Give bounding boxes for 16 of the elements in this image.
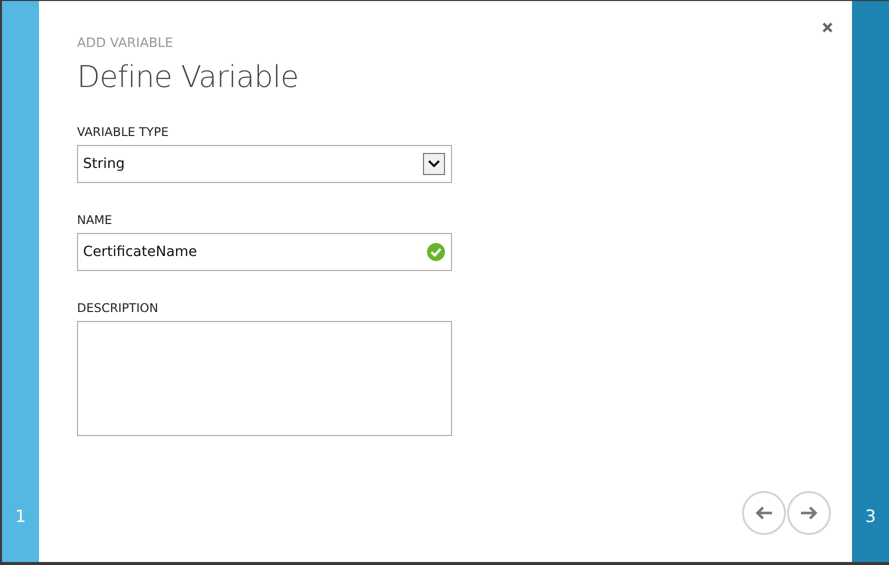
type-dropdown[interactable]: String [77, 145, 452, 183]
field-label: DESCRIPTION [77, 301, 160, 315]
close-icon[interactable] [822, 22, 833, 33]
dialog-subtitle: ADD VARIABLE [77, 36, 174, 51]
step-number: 1 [15, 507, 26, 527]
arrow-right-icon [800, 506, 818, 520]
name-field[interactable]: CertificateName [77, 233, 452, 271]
field-label: NAME [77, 213, 114, 227]
dialog-title: Define Variable [77, 60, 298, 95]
arrow-left-icon [755, 506, 773, 520]
next-button[interactable] [787, 491, 831, 535]
step-number: 3 [865, 507, 876, 527]
back-button[interactable] [742, 491, 786, 535]
field-label: VARIABLE TYPE [77, 125, 170, 139]
chevron-down-icon[interactable] [423, 153, 445, 175]
description-field[interactable] [77, 321, 452, 436]
